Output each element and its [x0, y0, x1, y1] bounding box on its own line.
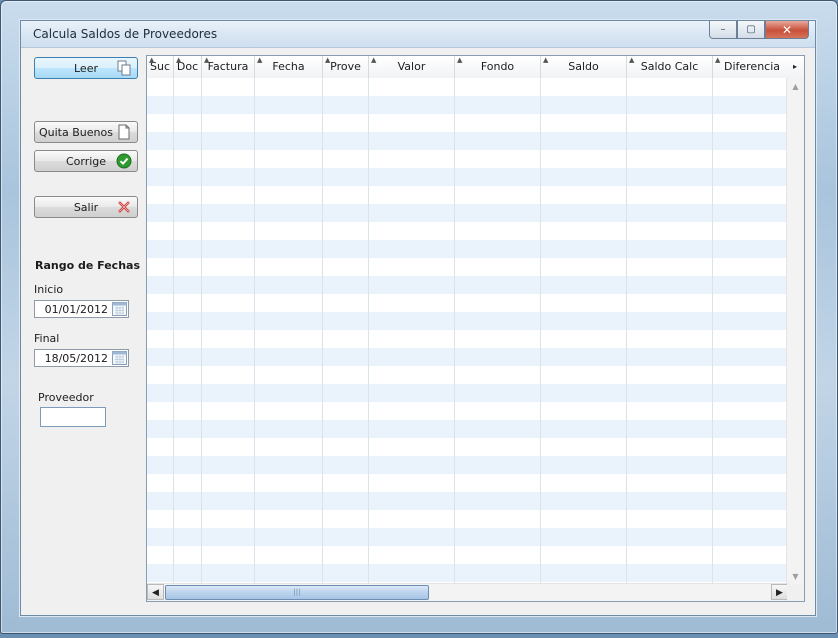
sort-icon: ▲ — [149, 56, 155, 64]
close-x-icon — [118, 201, 130, 213]
sort-icon: ▲ — [543, 56, 549, 64]
sort-icon: ▲ — [629, 56, 635, 64]
column-header-prove[interactable]: ▲ Prove — [323, 56, 369, 78]
vertical-scrollbar[interactable]: ▲ ▼ — [786, 78, 804, 585]
inicio-date-value: 01/01/2012 — [44, 303, 108, 316]
inicio-date-picker[interactable]: 01/01/2012 — [34, 300, 129, 318]
close-icon: ✕ — [781, 22, 793, 37]
column-divider — [454, 78, 455, 585]
column-divider — [712, 78, 713, 585]
column-header-label: Fondo — [480, 60, 515, 73]
column-divider — [368, 78, 369, 585]
column-divider — [201, 78, 202, 585]
sort-icon: ▲ — [204, 56, 210, 64]
column-header-fecha[interactable]: ▲ Fecha — [255, 56, 323, 78]
grid-body — [147, 78, 792, 585]
check-icon — [116, 153, 132, 169]
column-header-label: Saldo — [568, 60, 599, 73]
maximize-button[interactable]: ▢ — [737, 21, 765, 39]
window-title: Calcula Saldos de Proveedores — [33, 27, 218, 41]
column-header-label: Saldo Calc — [640, 60, 699, 73]
minimize-icon: – — [720, 24, 726, 35]
title-bar[interactable]: Calcula Saldos de Proveedores – ▢ ✕ — [21, 21, 815, 48]
copy-icon — [117, 60, 131, 76]
leer-button[interactable]: Leer — [34, 57, 138, 79]
column-header-label: Valor — [397, 60, 426, 73]
horizontal-scroll-thumb[interactable]: ||| — [165, 585, 429, 600]
inicio-label: Inicio — [34, 283, 64, 296]
horizontal-scrollbar[interactable]: ◀ ||| ▶ — [147, 583, 788, 601]
minimize-button[interactable]: – — [709, 21, 737, 39]
scroll-down-icon[interactable]: ▼ — [787, 568, 804, 585]
app-window: Calcula Saldos de Proveedores – ▢ ✕ Leer… — [0, 0, 838, 634]
sort-icon: ▲ — [371, 56, 377, 64]
calendar-icon[interactable] — [112, 351, 127, 365]
column-divider — [173, 78, 174, 585]
maximize-icon: ▢ — [746, 24, 756, 35]
column-header-doc[interactable]: ▲ Doc — [174, 56, 202, 78]
window-client: Calcula Saldos de Proveedores – ▢ ✕ Leer… — [20, 20, 816, 616]
final-date-picker[interactable]: 18/05/2012 — [34, 349, 129, 367]
column-header-diferencia[interactable]: ▲ Diferencia — [713, 56, 792, 78]
saldos-grid[interactable]: ▲ Suc ▲ Doc ▲ Factura ▲ Fecha ▲ Prove ▲ Valor ▲ Fondo… — [146, 55, 805, 602]
sort-icon: ▲ — [715, 56, 721, 64]
column-header-fondo[interactable]: ▲ Fondo — [455, 56, 541, 78]
column-header-label: Diferencia — [723, 60, 781, 73]
corrige-button[interactable]: Corrige — [34, 150, 138, 172]
document-icon — [118, 124, 130, 140]
salir-button[interactable]: Salir — [34, 196, 138, 218]
column-scroll-right-icon[interactable]: ▸ — [786, 56, 804, 78]
quita-buenos-button[interactable]: Quita Buenos — [34, 121, 138, 143]
column-divider — [254, 78, 255, 585]
scroll-left-icon[interactable]: ◀ — [147, 584, 164, 600]
grid-header: ▲ Suc ▲ Doc ▲ Factura ▲ Fecha ▲ Prove ▲ Valor ▲ Fondo… — [147, 56, 792, 79]
proveedor-label: Proveedor — [38, 391, 94, 404]
column-divider — [540, 78, 541, 585]
column-header-label: Factura — [207, 60, 249, 73]
column-header-label: Fecha — [272, 60, 305, 73]
column-header-label: Prove — [330, 60, 361, 73]
scroll-right-icon[interactable]: ▶ — [771, 584, 788, 600]
sort-icon: ▲ — [257, 56, 263, 64]
proveedor-input[interactable] — [40, 407, 106, 427]
final-label: Final — [34, 332, 60, 345]
column-header-saldo[interactable]: ▲ Saldo — [541, 56, 627, 78]
sort-icon: ▲ — [176, 56, 182, 64]
column-header-factura[interactable]: ▲ Factura — [202, 56, 255, 78]
rango-fechas-heading: Rango de Fechas — [35, 259, 140, 272]
column-divider — [322, 78, 323, 585]
sort-icon: ▲ — [457, 56, 463, 64]
scroll-corner — [787, 584, 804, 601]
sort-icon: ▲ — [325, 56, 331, 64]
column-divider — [626, 78, 627, 585]
close-button[interactable]: ✕ — [765, 21, 809, 39]
scroll-up-icon[interactable]: ▲ — [787, 78, 804, 95]
column-header-saldo-calc[interactable]: ▲ Saldo Calc — [627, 56, 713, 78]
final-date-value: 18/05/2012 — [44, 352, 108, 365]
column-header-suc[interactable]: ▲ Suc — [147, 56, 174, 78]
window-controls: – ▢ ✕ — [709, 21, 809, 39]
calendar-icon[interactable] — [112, 302, 127, 316]
column-header-valor[interactable]: ▲ Valor — [369, 56, 455, 78]
